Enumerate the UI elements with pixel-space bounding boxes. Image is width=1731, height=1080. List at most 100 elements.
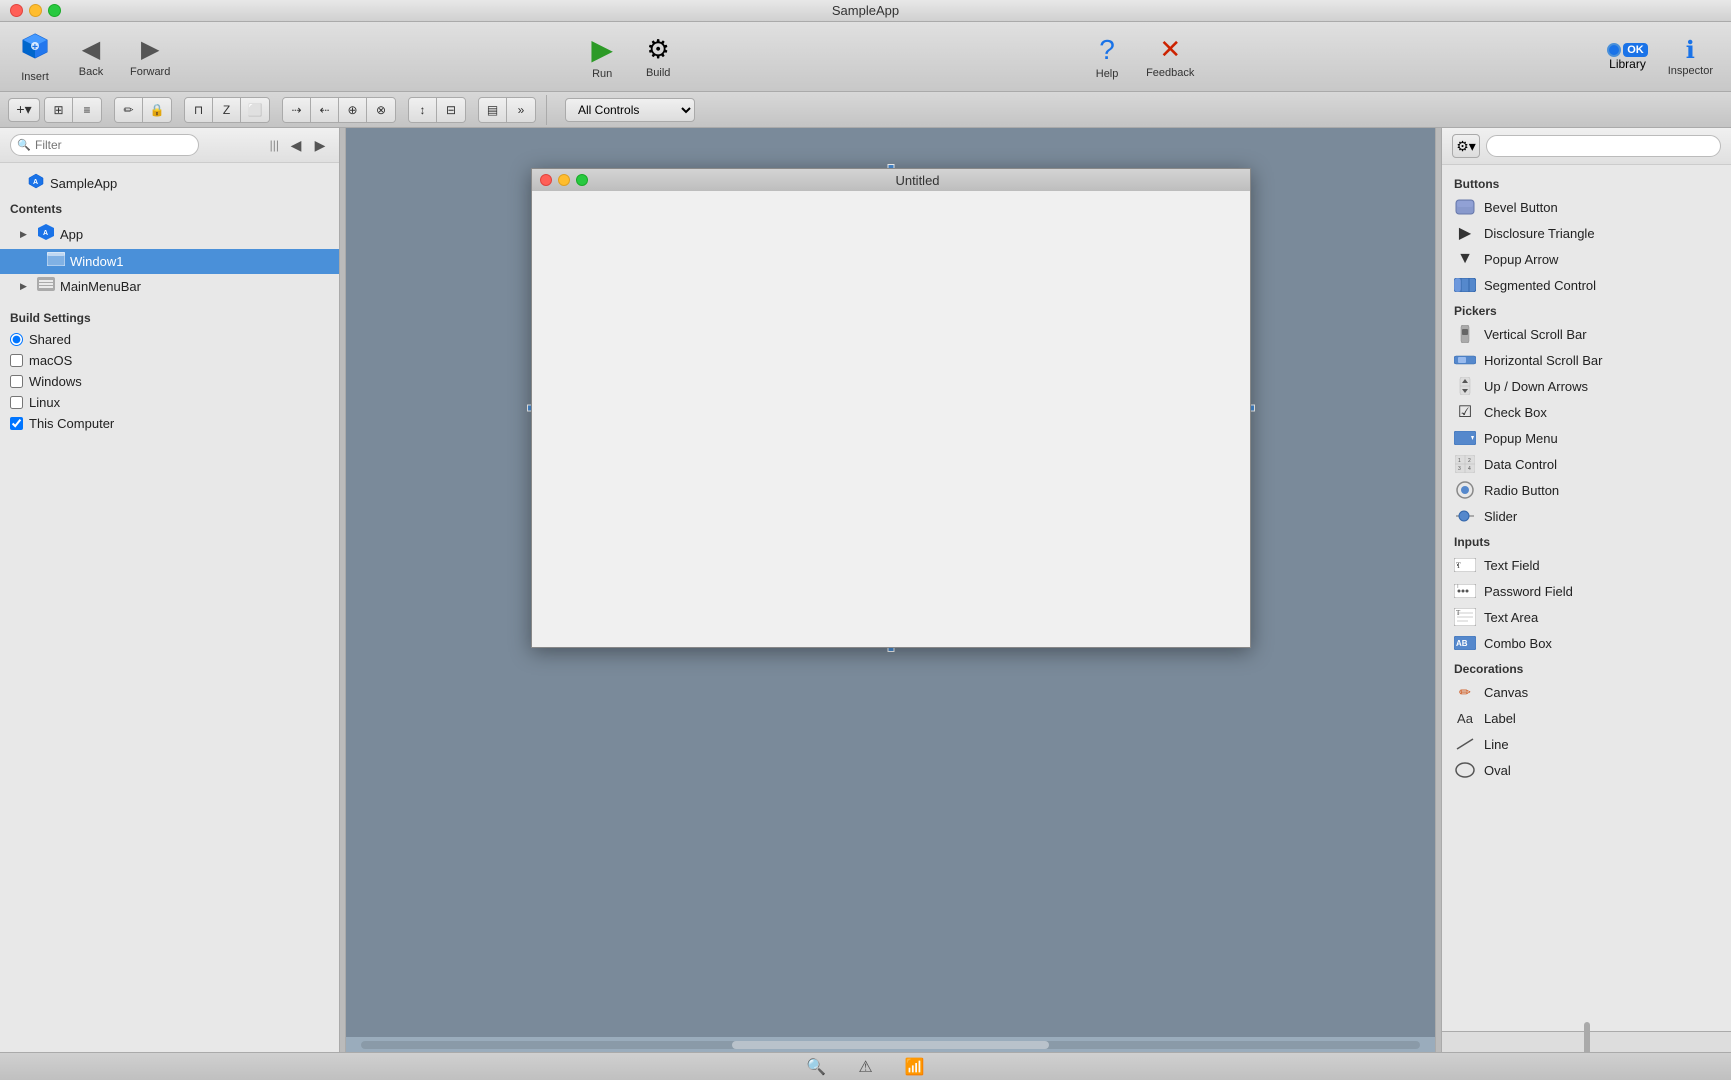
scrollbar-track[interactable]: [361, 1041, 1420, 1049]
canvas-horizontal-scrollbar[interactable]: [346, 1037, 1435, 1052]
macos-checkbox[interactable]: [10, 354, 23, 367]
horizontal-scrollbar-item[interactable]: Horizontal Scroll Bar: [1442, 347, 1731, 373]
gear-button[interactable]: ⚙▾: [1452, 134, 1480, 158]
pencil-tool-button[interactable]: ✏: [115, 98, 143, 122]
connection-tools-group: ⇢ ⇠ ⊕ ⊗: [282, 97, 396, 123]
disclosure-triangle-item[interactable]: ▶ Disclosure Triangle: [1442, 220, 1731, 246]
layout-button[interactable]: ▤: [479, 98, 507, 122]
canvas-area[interactable]: Untitled: [346, 128, 1435, 1052]
windows-checkbox[interactable]: [10, 375, 23, 388]
oval-item[interactable]: Oval: [1442, 757, 1731, 783]
mainmenubar-tree-item[interactable]: ▶ MainMenuBar: [0, 274, 339, 299]
popup-menu-item[interactable]: Popup Menu: [1442, 425, 1731, 451]
password-field-label: Password Field: [1484, 584, 1573, 599]
shadow-button[interactable]: ⬜: [241, 98, 269, 122]
library-button[interactable]: OK Library: [1601, 39, 1654, 75]
this-computer-build-target[interactable]: This Computer: [0, 413, 339, 434]
macos-build-target[interactable]: macOS: [0, 350, 339, 371]
shared-radio[interactable]: [10, 333, 23, 346]
text-field-icon: T: [1454, 556, 1476, 574]
status-signal-button[interactable]: 📶: [899, 1055, 931, 1079]
password-field-item[interactable]: T Password Field: [1442, 578, 1731, 604]
arrange-tools-group: ⊓ Z ⬜: [184, 97, 270, 123]
vertical-scrollbar-item[interactable]: Vertical Scroll Bar: [1442, 321, 1731, 347]
insert-button[interactable]: + Insert: [10, 26, 60, 87]
minimize-button[interactable]: [29, 4, 42, 17]
connect-button[interactable]: ⇢: [283, 98, 311, 122]
password-field-icon: T: [1454, 582, 1476, 600]
anchor-button[interactable]: ⊗: [367, 98, 395, 122]
grid-view-button[interactable]: ⊞: [45, 98, 73, 122]
library-search-input[interactable]: [1486, 135, 1721, 157]
maximize-button[interactable]: [48, 4, 61, 17]
left-sidebar: 🔍 ||| ◀ ▶ A SampleApp Contents: [0, 128, 340, 1052]
sim-maximize-dot[interactable]: [576, 174, 588, 186]
line-item[interactable]: Line: [1442, 731, 1731, 757]
svg-text:4: 4: [1468, 466, 1471, 472]
check-box-item[interactable]: ☑ Check Box: [1442, 399, 1731, 425]
help-label: Help: [1096, 68, 1119, 80]
right-panel: ⚙▾ Buttons Bevel Button ▶ Disclosure Tri…: [1441, 128, 1731, 1052]
linux-build-target[interactable]: Linux: [0, 392, 339, 413]
project-item[interactable]: A SampleApp: [0, 169, 339, 198]
app-tree-item[interactable]: ▶ A App: [0, 220, 339, 249]
linux-checkbox[interactable]: [10, 396, 23, 409]
svg-text:T: T: [1456, 561, 1461, 570]
run-button[interactable]: ▶ Run: [577, 29, 627, 84]
up-down-arrows-item[interactable]: Up / Down Arrows: [1442, 373, 1731, 399]
inspector-button[interactable]: ℹ Inspector: [1660, 32, 1721, 81]
forward-button[interactable]: ▶ Forward: [122, 31, 178, 82]
radio-button-item[interactable]: Radio Button: [1442, 477, 1731, 503]
vertical-scrollbar-label: Vertical Scroll Bar: [1484, 327, 1587, 342]
slider-item[interactable]: Slider: [1442, 503, 1731, 529]
text-field-item[interactable]: T Text Field: [1442, 552, 1731, 578]
status-search-button[interactable]: 🔍: [800, 1055, 832, 1079]
distribute-button[interactable]: ⊟: [437, 98, 465, 122]
this-computer-checkbox[interactable]: [10, 417, 23, 430]
filter-input[interactable]: [10, 134, 199, 156]
sidebar-back-button[interactable]: ◀: [287, 136, 305, 154]
sim-content-area[interactable]: [532, 191, 1250, 647]
help-button[interactable]: ? Help: [1082, 30, 1132, 84]
feedback-button[interactable]: ✕ Feedback: [1138, 30, 1202, 83]
build-button[interactable]: ⚙ Build: [633, 30, 683, 83]
canvas-item[interactable]: ✏ Canvas: [1442, 679, 1731, 705]
sim-minimize-dot[interactable]: [558, 174, 570, 186]
data-control-item[interactable]: 1 2 3 4 Data Control: [1442, 451, 1731, 477]
disclosure-triangle-label: Disclosure Triangle: [1484, 226, 1595, 241]
close-button[interactable]: [10, 4, 23, 17]
popup-arrow-item[interactable]: ▼ Popup Arrow: [1442, 246, 1731, 272]
feedback-icon: ✕: [1159, 34, 1181, 65]
sidebar-header: 🔍 ||| ◀ ▶: [0, 128, 339, 163]
combo-box-item[interactable]: AB Combo Box: [1442, 630, 1731, 656]
z-order-button[interactable]: Z: [213, 98, 241, 122]
sidebar-forward-button[interactable]: ▶: [311, 136, 329, 154]
right-panel-scrollbar-thumb[interactable]: [1584, 1022, 1590, 1052]
lock-button[interactable]: 🔒: [143, 98, 171, 122]
segmented-control-item[interactable]: Segmented Control: [1442, 272, 1731, 298]
bevel-button-item[interactable]: Bevel Button: [1442, 194, 1731, 220]
filter-search-icon: 🔍: [17, 139, 31, 152]
sim-close-dot[interactable]: [540, 174, 552, 186]
link-button[interactable]: ⊕: [339, 98, 367, 122]
add-element-button[interactable]: +▾: [8, 98, 40, 122]
disconnect-button[interactable]: ⇠: [311, 98, 339, 122]
size-button[interactable]: ↕: [409, 98, 437, 122]
more-button[interactable]: »: [507, 98, 535, 122]
align-button[interactable]: ⊓: [185, 98, 213, 122]
shared-build-target[interactable]: Shared: [0, 329, 339, 350]
segmented-control-icon: [1454, 276, 1476, 294]
popup-arrow-label: Popup Arrow: [1484, 252, 1558, 267]
sidebar-options-icon[interactable]: |||: [268, 136, 281, 154]
build-label: Build: [646, 67, 670, 79]
list-view-button[interactable]: ≡: [73, 98, 101, 122]
insert-label: Insert: [21, 71, 49, 83]
back-button[interactable]: ◀ Back: [66, 31, 116, 82]
windows-build-target[interactable]: Windows: [0, 371, 339, 392]
status-warning-button[interactable]: ⚠: [852, 1055, 878, 1079]
controls-dropdown[interactable]: All Controls Buttons Pickers Inputs Deco…: [565, 98, 695, 122]
window1-tree-item[interactable]: Window1: [0, 249, 339, 274]
text-area-item[interactable]: T Text Area: [1442, 604, 1731, 630]
label-item[interactable]: Aa Label: [1442, 705, 1731, 731]
scrollbar-thumb[interactable]: [732, 1041, 1050, 1049]
